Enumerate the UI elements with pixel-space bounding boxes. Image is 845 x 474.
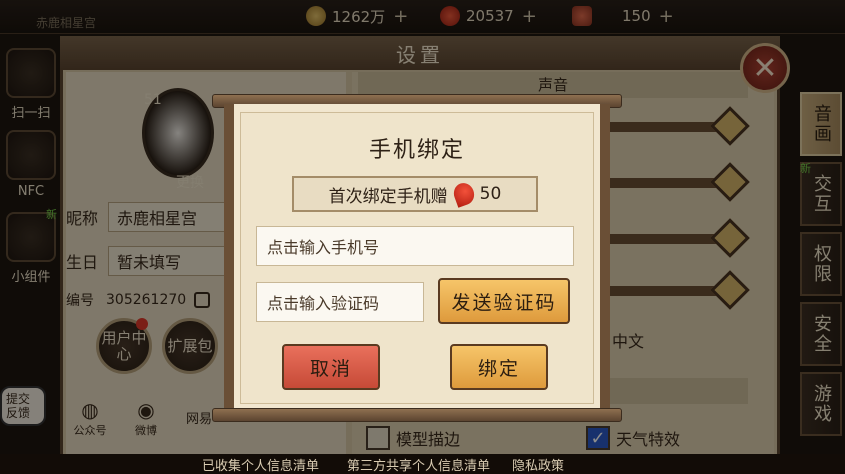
cancel-button[interactable]: 取消 (282, 344, 380, 390)
bonus-amount: 50 (479, 184, 502, 204)
dialog-title: 手机绑定 (368, 138, 465, 163)
privacy-policy-link[interactable]: 隐私政策 (512, 455, 564, 474)
first-bind-bonus: 首次绑定手机赠 50 (292, 176, 538, 212)
send-code-button[interactable]: 发送验证码 (438, 278, 570, 324)
phone-number-input[interactable]: 点击输入手机号 (256, 226, 574, 266)
verification-code-input[interactable]: 点击输入验证码 (256, 282, 424, 322)
gem-icon (450, 180, 477, 208)
collected-info-link[interactable]: 已收集个人信息清单 (202, 455, 319, 474)
bonus-text: 首次绑定手机赠 (328, 186, 448, 207)
footer-bar: 已收集个人信息清单 第三方共享个人信息清单 隐私政策 (0, 454, 845, 474)
bind-button[interactable]: 绑定 (450, 344, 548, 390)
shared-info-link[interactable]: 第三方共享个人信息清单 (347, 455, 490, 474)
scroll-rod-bottom (212, 408, 622, 422)
